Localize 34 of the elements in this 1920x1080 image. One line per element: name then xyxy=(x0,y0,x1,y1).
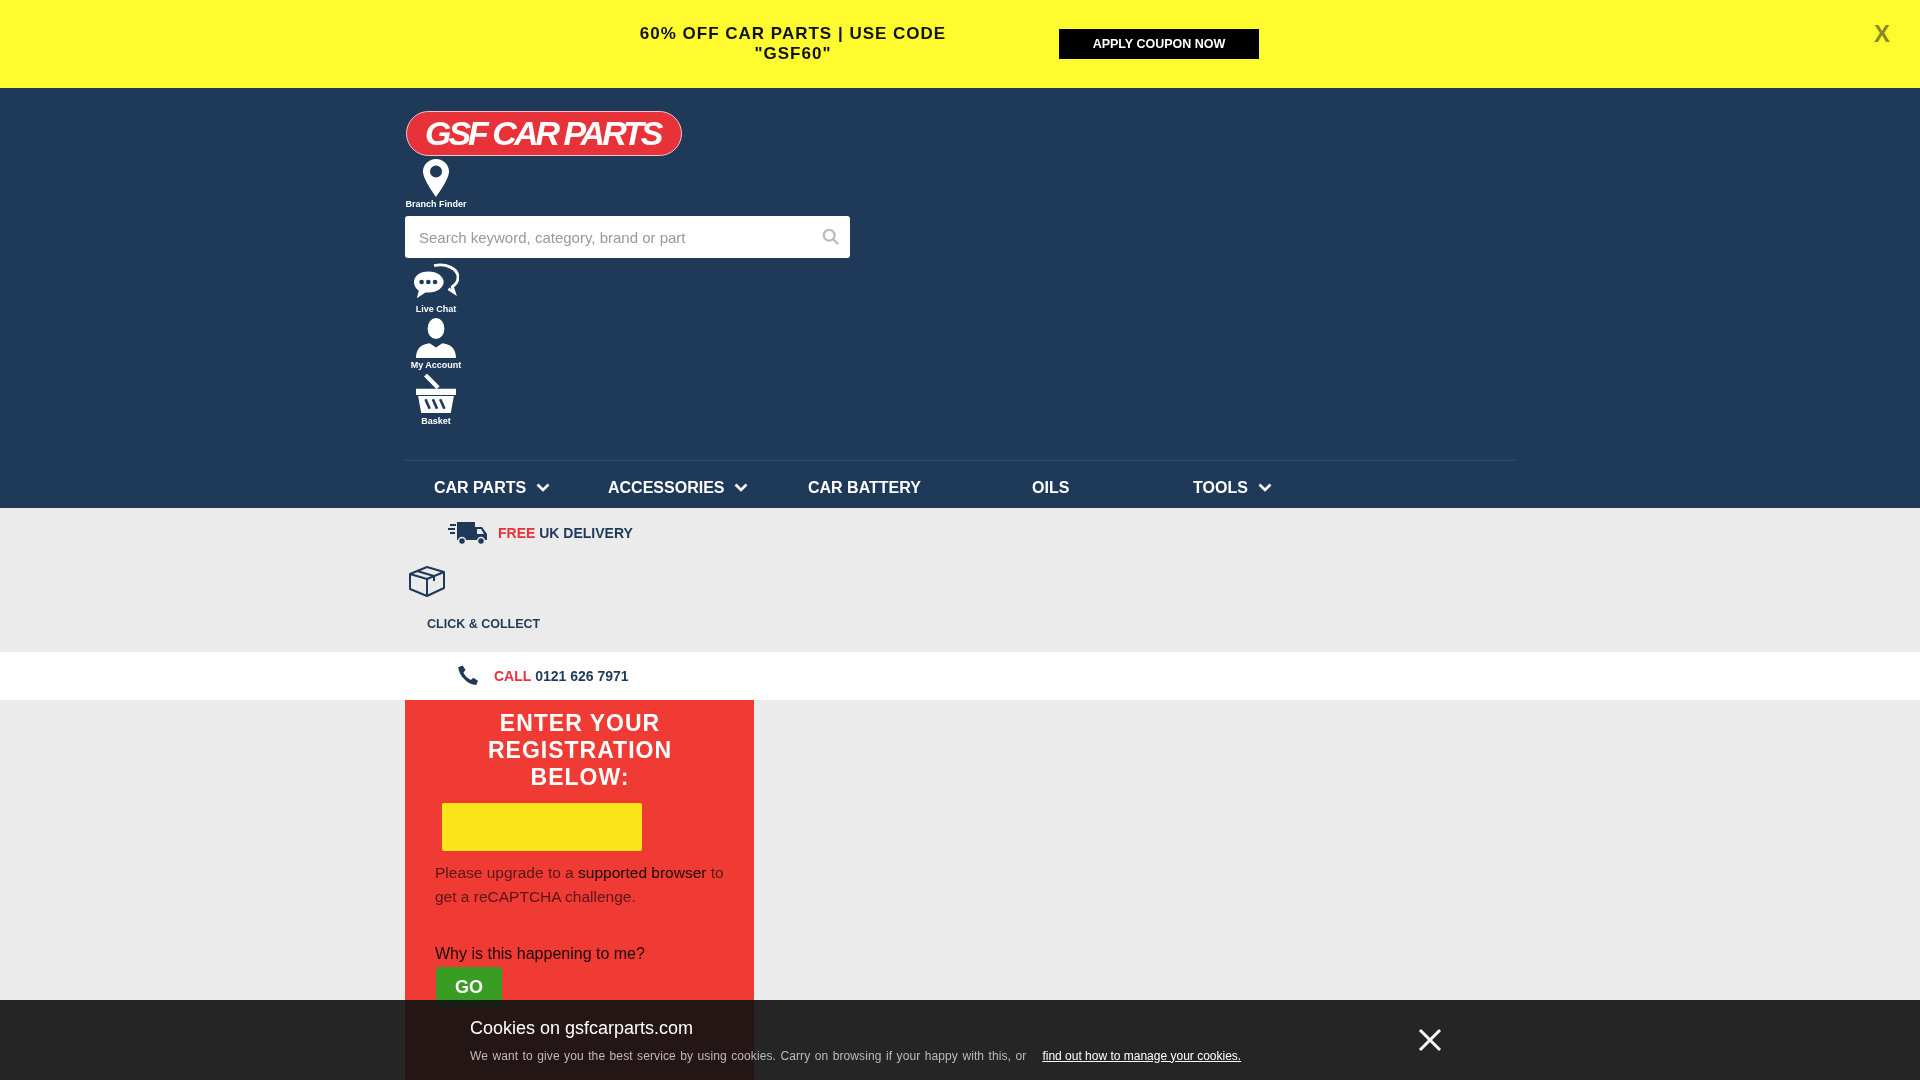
call-text: CALL 0121 626 7971 xyxy=(494,668,629,684)
nav-menu-item[interactable]: TOOLS xyxy=(1164,478,1272,497)
registration-heading: ENTER YOUR REGISTRATION BELOW: xyxy=(486,710,674,791)
branch-finder-link[interactable]: Branch Finder xyxy=(405,199,467,209)
click-collect-text: CLICK & COLLECT xyxy=(427,617,541,631)
chevron-down-icon xyxy=(536,483,551,492)
manage-cookies-link[interactable]: find out how to manage your cookies. xyxy=(1042,1048,1242,1063)
delivery-text: FREE UK DELIVERY xyxy=(498,525,633,541)
parcel-icon xyxy=(408,565,446,597)
header-link[interactable]: Live Chat xyxy=(415,304,457,314)
promo-message: 60% OFF CAR PARTS | USE CODE "GSF60" xyxy=(638,24,948,64)
truck-icon xyxy=(446,521,488,545)
nav-menu-item[interactable]: ACCESSORIES xyxy=(579,478,779,497)
supported-browser-link[interactable]: supported browser xyxy=(578,864,707,881)
phone-icon xyxy=(456,664,480,688)
captcha-notice: Please upgrade to a supported browser to get a reCAPTCHA challenge. xyxy=(435,863,725,907)
registration-input[interactable] xyxy=(442,803,642,851)
person-icon[interactable] xyxy=(413,318,459,358)
cookie-message: We want to give you the best service by using cookies. Carry on browsing if your happy with this, or xyxy=(470,1048,1027,1063)
nav-menu-item[interactable]: OILS xyxy=(1003,478,1164,497)
chevron-down-icon xyxy=(734,483,749,492)
search-field[interactable]: Search keyword, category, brand or part xyxy=(405,216,850,258)
nav-menu-item[interactable]: CAR BATTERY xyxy=(779,478,1003,497)
close-icon[interactable] xyxy=(1418,1028,1442,1052)
apply-coupon-button[interactable]: APPLY COUPON NOW xyxy=(1059,29,1259,59)
why-link[interactable]: Why is this happening to me? xyxy=(435,945,645,963)
header-link[interactable]: My Account xyxy=(410,360,462,370)
basket-icon[interactable] xyxy=(413,374,459,414)
map-pin-icon[interactable] xyxy=(423,159,449,197)
logo[interactable]: GSF CAR PARTS xyxy=(406,111,682,156)
header-link[interactable]: Basket xyxy=(421,416,451,426)
chevron-down-icon xyxy=(1257,483,1272,492)
nav-menu-item[interactable]: CAR PARTS xyxy=(405,478,579,497)
cookie-title: Cookies on gsfcarparts.com xyxy=(470,1017,694,1039)
